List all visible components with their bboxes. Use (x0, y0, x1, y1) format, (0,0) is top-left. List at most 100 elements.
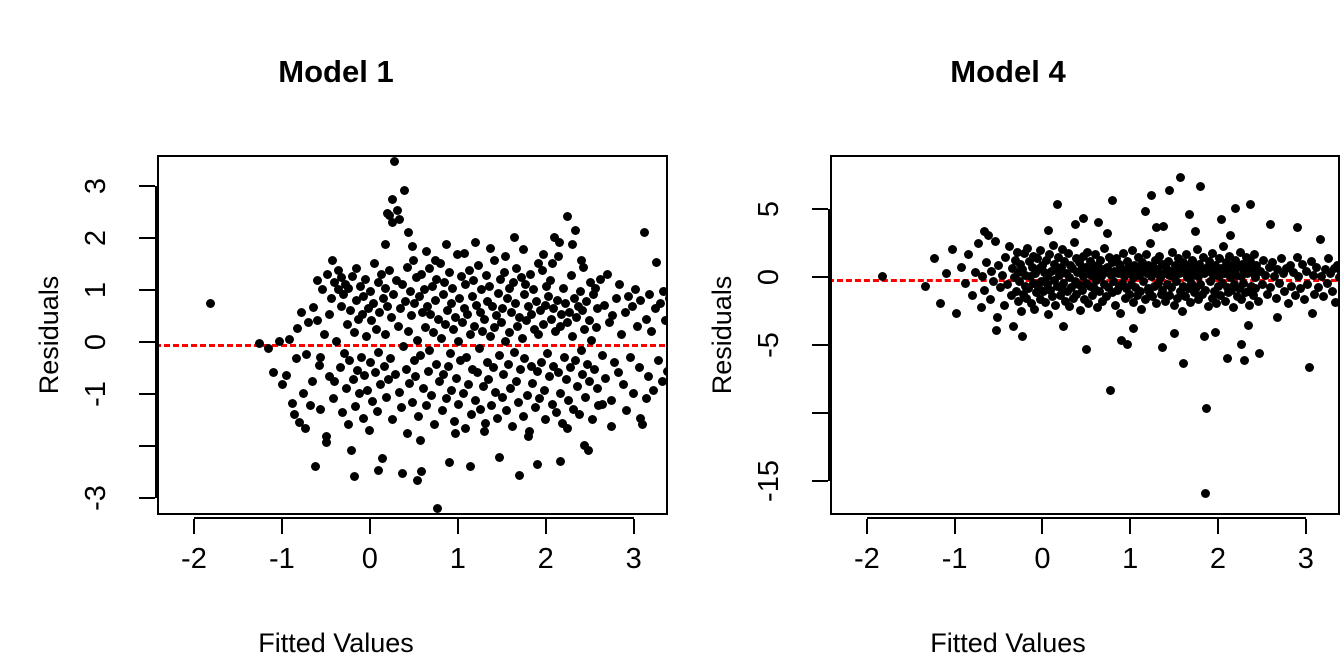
x-axis-tick (368, 519, 371, 534)
data-point (512, 264, 522, 274)
data-point (574, 410, 584, 419)
data-point (361, 274, 371, 284)
data-point (617, 330, 627, 340)
data-point (647, 326, 657, 336)
data-point (1045, 250, 1055, 260)
data-point (263, 343, 273, 353)
data-point (401, 364, 411, 374)
y-axis-model-1 (155, 186, 157, 499)
data-point (445, 349, 455, 359)
data-point (1044, 310, 1054, 320)
data-point (1051, 300, 1061, 310)
data-point (368, 397, 378, 406)
data-point (535, 394, 545, 404)
data-point (417, 467, 427, 477)
plot-panel-model-4: Model 4 Residuals Fitted Values 5 0 -5 -15 -… (672, 0, 1344, 672)
data-point (610, 357, 620, 367)
data-point (519, 290, 529, 300)
data-point (467, 291, 477, 301)
data-point (1192, 244, 1202, 254)
data-point (284, 334, 294, 344)
y-axis-tick (139, 393, 155, 396)
data-point (1184, 209, 1194, 219)
data-point (534, 330, 544, 340)
data-point (377, 454, 387, 464)
data-point (484, 375, 494, 385)
data-point (567, 239, 577, 249)
data-point (632, 321, 642, 331)
data-point (447, 385, 457, 395)
data-point (277, 380, 287, 390)
plot-area-model-4 (830, 155, 1340, 515)
data-point (288, 398, 298, 408)
data-point (350, 402, 360, 412)
data-point (425, 346, 435, 356)
data-point (576, 346, 586, 356)
data-point (344, 283, 354, 293)
data-point (523, 432, 533, 442)
data-point (592, 384, 602, 393)
data-point (369, 259, 379, 269)
data-point (498, 304, 508, 314)
data-point (335, 363, 345, 373)
data-point (662, 366, 666, 376)
data-point (436, 333, 446, 343)
data-point (421, 401, 431, 411)
data-point (465, 462, 475, 472)
data-point (298, 389, 308, 399)
data-point (1299, 295, 1309, 305)
data-point (1315, 235, 1325, 245)
data-point (537, 265, 547, 275)
data-point (406, 286, 416, 296)
data-point (413, 411, 423, 421)
data-point (296, 307, 306, 317)
data-point (597, 351, 607, 361)
data-point (936, 299, 946, 309)
data-point (1169, 329, 1179, 339)
data-point (1266, 282, 1276, 292)
data-point (538, 250, 548, 260)
data-point (1222, 353, 1232, 363)
data-point (513, 321, 523, 331)
data-point (974, 239, 984, 249)
data-point (454, 399, 464, 409)
data-point (532, 460, 542, 470)
data-point (493, 413, 503, 423)
data-point (1003, 280, 1013, 290)
data-point (1190, 227, 1200, 237)
data-point (645, 290, 655, 300)
data-point (347, 272, 357, 282)
data-point (398, 468, 408, 478)
data-point (341, 384, 351, 393)
data-point (494, 453, 504, 463)
data-point (654, 356, 664, 366)
x-axis-tick (1216, 519, 1219, 534)
data-point (563, 317, 573, 327)
data-point (424, 264, 434, 274)
data-point (349, 472, 359, 482)
data-point (1141, 250, 1151, 260)
data-point (1211, 299, 1221, 309)
data-point (530, 403, 540, 413)
data-point (1146, 239, 1156, 249)
data-point (311, 462, 321, 472)
data-point (1175, 172, 1185, 182)
x-axis-tick-label: 0 (361, 543, 378, 575)
data-point (510, 299, 520, 309)
data-point (1261, 270, 1271, 280)
data-point (453, 337, 463, 347)
data-point (370, 368, 380, 378)
data-point (328, 394, 338, 404)
data-point (615, 279, 625, 289)
data-point (562, 212, 572, 222)
y-axis-tick (812, 480, 828, 483)
data-point (556, 456, 566, 466)
data-point (514, 398, 524, 408)
data-point (316, 404, 326, 414)
data-point (459, 248, 469, 258)
data-point (390, 157, 400, 166)
data-point (494, 351, 504, 361)
data-point (566, 271, 576, 281)
data-point (444, 458, 454, 468)
data-point (497, 392, 507, 402)
